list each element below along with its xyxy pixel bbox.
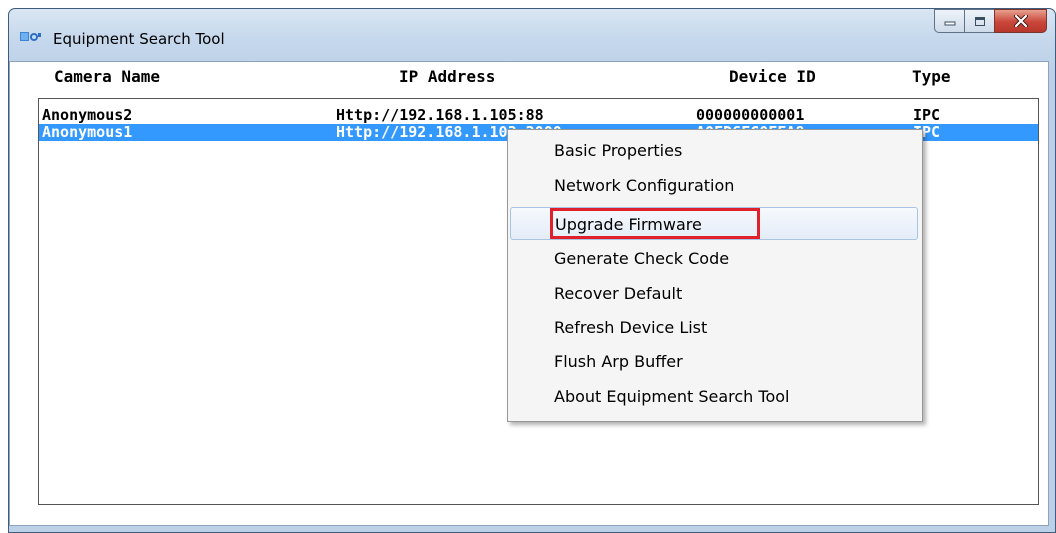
- type-cell: IPC: [913, 106, 941, 124]
- device-id-cell: 000000000001: [696, 106, 805, 124]
- column-header-type[interactable]: Type: [912, 67, 951, 86]
- minimize-icon: [944, 21, 955, 26]
- table-row[interactable]: Anonymous2 Http://192.168.1.105:88 00000…: [39, 107, 1038, 124]
- menu-item-flush-arp-buffer[interactable]: Flush Arp Buffer: [510, 345, 918, 378]
- ip-address-cell: Http://192.168.1.105:88: [336, 106, 544, 124]
- camera-name-cell: Anonymous2: [42, 106, 133, 124]
- menu-item-label: Network Configuration: [554, 176, 735, 195]
- title-bar[interactable]: Equipment Search Tool: [9, 9, 1055, 61]
- column-header-device-id[interactable]: Device ID: [729, 67, 816, 86]
- context-menu: Basic Properties Network Configuration U…: [507, 129, 923, 422]
- menu-item-generate-check-code[interactable]: Generate Check Code: [510, 242, 918, 275]
- menu-item-label: Basic Properties: [554, 141, 683, 160]
- camera-name-cell: Anonymous1: [42, 123, 133, 141]
- window-controls: [934, 9, 1047, 34]
- menu-item-label: Recover Default: [554, 284, 683, 303]
- menu-item-about[interactable]: About Equipment Search Tool: [510, 380, 918, 413]
- camera-search-icon: [20, 32, 41, 41]
- menu-item-network-configuration[interactable]: Network Configuration: [510, 169, 918, 202]
- close-button[interactable]: [994, 9, 1047, 33]
- maximize-button[interactable]: [964, 9, 994, 33]
- menu-item-label: Flush Arp Buffer: [554, 352, 683, 371]
- menu-item-label: About Equipment Search Tool: [554, 387, 790, 406]
- column-header-ip-address[interactable]: IP Address: [399, 67, 495, 86]
- menu-item-basic-properties[interactable]: Basic Properties: [510, 134, 918, 167]
- maximize-icon: [974, 16, 985, 26]
- menu-item-label: Refresh Device List: [554, 318, 708, 337]
- menu-item-refresh-device-list[interactable]: Refresh Device List: [510, 311, 918, 344]
- column-header-camera-name[interactable]: Camera Name: [54, 67, 160, 86]
- close-icon: [1013, 15, 1028, 27]
- window-title: Equipment Search Tool: [53, 30, 225, 48]
- menu-item-label: Upgrade Firmware: [555, 215, 702, 234]
- menu-item-upgrade-firmware[interactable]: Upgrade Firmware: [510, 207, 918, 240]
- menu-item-label: Generate Check Code: [554, 249, 730, 268]
- minimize-button[interactable]: [934, 9, 964, 33]
- menu-item-recover-default[interactable]: Recover Default: [510, 277, 918, 310]
